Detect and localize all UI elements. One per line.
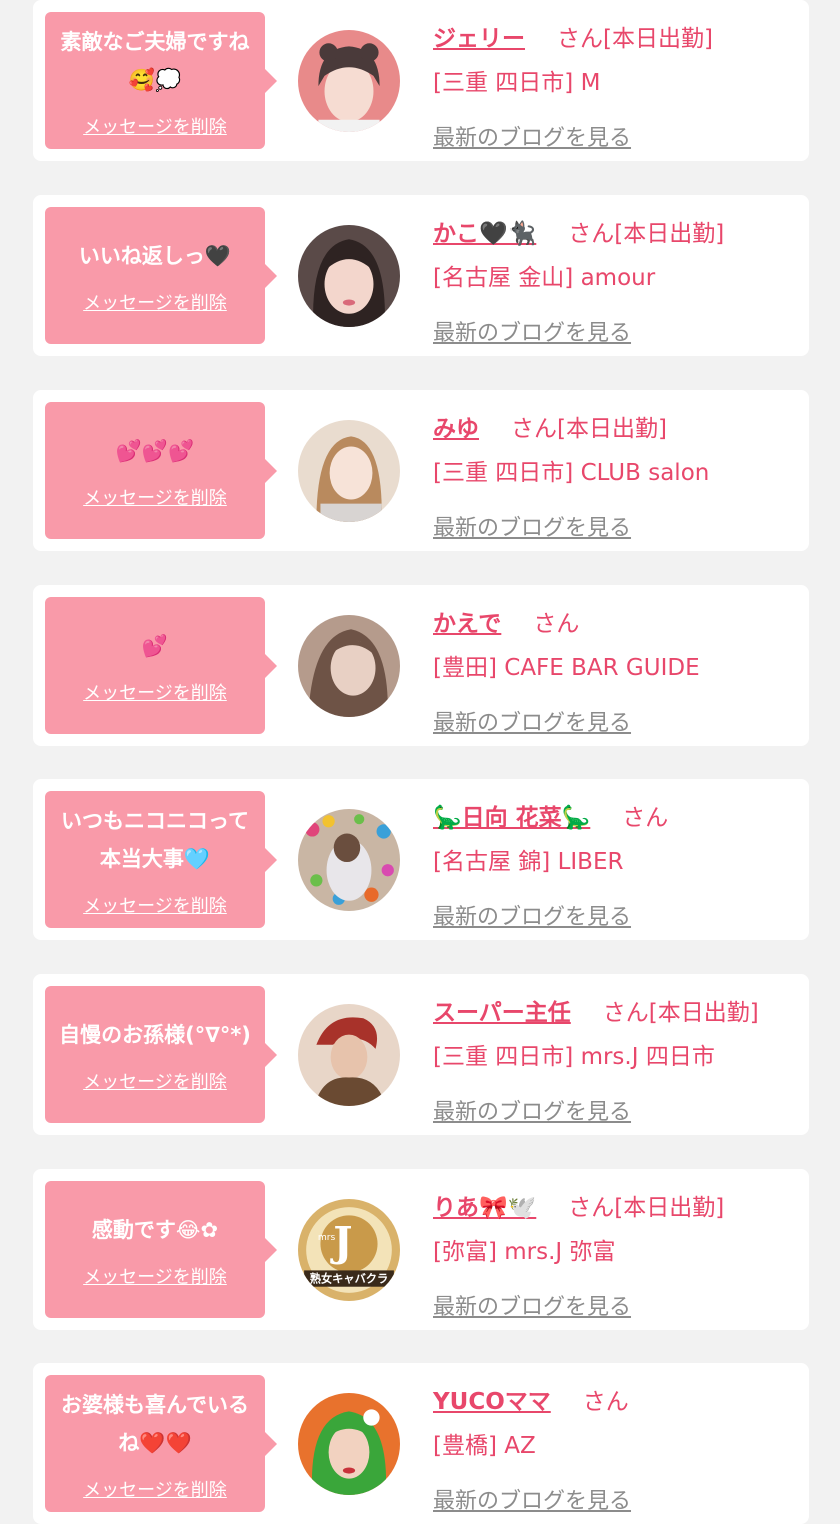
member-name-link[interactable]: スーパー主任 xyxy=(433,1000,571,1026)
delete-message-link[interactable]: メッセージを削除 xyxy=(83,679,227,705)
member-suffix: さん[本日出勤] xyxy=(568,221,725,247)
shop-label: [豊田] CAFE BAR GUIDE xyxy=(433,655,700,681)
shop-label: [三重 四日市] mrs.J 四日市 xyxy=(433,1044,715,1070)
member-info: YUCOママ さん [豊橋] AZ 最新のブログを見る xyxy=(433,1385,799,1515)
latest-blog-link[interactable]: 最新のブログを見る xyxy=(433,510,631,542)
message-card: 感動です😂✿ メッセージを削除 J mrs 熟女キャバクラ りあ🎀🕊️ さん[本日… xyxy=(33,1169,809,1330)
avatar[interactable] xyxy=(298,615,400,717)
member-suffix: さん[本日出勤] xyxy=(511,416,667,442)
delete-message-link[interactable]: メッセージを削除 xyxy=(83,289,227,315)
member-name-link[interactable]: かこ🖤🐈‍⬛ xyxy=(433,221,536,247)
message-text: いつもニコニコって本当大事🩵 xyxy=(61,808,249,871)
message-text: いいね返しっ🖤 xyxy=(78,243,232,268)
message-text: 感動です😂✿ xyxy=(91,1217,219,1242)
message-card: 💕 メッセージを削除 かえで さん [豊田] CAFE BAR GUIDE 最新の… xyxy=(33,585,809,746)
member-info: スーパー主任 さん[本日出勤] [三重 四日市] mrs.J 四日市 最新のブログ… xyxy=(433,996,799,1126)
member-name-link[interactable]: みゆ xyxy=(433,416,479,442)
delete-message-link[interactable]: メッセージを削除 xyxy=(83,113,227,139)
member-name-link[interactable]: YUCOママ xyxy=(433,1389,551,1415)
shop-label: [名古屋 錦] LIBER xyxy=(433,849,624,875)
member-info: 🦕日向 花菜🦕 さん [名古屋 錦] LIBER 最新のブログを見る xyxy=(433,801,799,931)
latest-blog-link[interactable]: 最新のブログを見る xyxy=(433,1094,631,1126)
shop-label: [三重 四日市] M xyxy=(433,70,601,96)
message-bubble: お婆様も喜んでいるね❤️❤️ メッセージを削除 xyxy=(45,1375,277,1512)
latest-blog-link[interactable]: 最新のブログを見る xyxy=(433,1483,631,1515)
member-suffix: さん xyxy=(582,1389,629,1415)
avatar[interactable] xyxy=(298,30,400,132)
member-info: みゆ さん[本日出勤] [三重 四日市] CLUB salon 最新のブログを見る xyxy=(433,412,799,542)
message-bubble: 💕 メッセージを削除 xyxy=(45,597,277,734)
shop-label: [弥富] mrs.J 弥富 xyxy=(433,1239,616,1265)
latest-blog-link[interactable]: 最新のブログを見る xyxy=(433,1289,631,1321)
member-suffix: さん[本日出勤] xyxy=(557,26,713,52)
avatar[interactable] xyxy=(298,1004,400,1106)
latest-blog-link[interactable]: 最新のブログを見る xyxy=(433,899,631,931)
avatar-photo: J mrs 熟女キャバクラ xyxy=(298,1199,400,1301)
delete-message-link[interactable]: メッセージを削除 xyxy=(83,1263,227,1289)
delete-message-link[interactable]: メッセージを削除 xyxy=(83,484,227,510)
avatar[interactable] xyxy=(298,420,400,522)
member-name-link[interactable]: りあ🎀🕊️ xyxy=(433,1195,536,1221)
message-card: いつもニコニコって本当大事🩵 メッセージを削除 🦕日向 花菜🦕 さん [名古屋 … xyxy=(33,779,809,940)
message-card: 自慢のお孫様(°∇°*) メッセージを削除 スーパー主任 さん[本日出勤] [三重… xyxy=(33,974,809,1135)
message-text: 自慢のお孫様(°∇°*) xyxy=(59,1022,251,1047)
member-info: かえで さん [豊田] CAFE BAR GUIDE 最新のブログを見る xyxy=(433,607,799,737)
avatar-photo xyxy=(298,1393,400,1495)
avatar[interactable] xyxy=(298,1393,400,1495)
avatar-photo xyxy=(298,30,400,132)
message-text: お婆様も喜んでいるね❤️❤️ xyxy=(61,1392,249,1455)
member-suffix: さん xyxy=(622,805,669,831)
latest-blog-link[interactable]: 最新のブログを見る xyxy=(433,120,631,152)
message-card: 💕💕💕 メッセージを削除 みゆ さん[本日出勤] [三重 四日市] CLUB sa… xyxy=(33,390,809,551)
message-bubble: いいね返しっ🖤 メッセージを削除 xyxy=(45,207,277,344)
member-info: りあ🎀🕊️ さん[本日出勤] [弥富] mrs.J 弥富 最新のブログを見る xyxy=(433,1191,799,1321)
message-text: 💕 xyxy=(141,633,169,658)
shop-label: [豊橋] AZ xyxy=(433,1433,536,1459)
member-info: かこ🖤🐈‍⬛ さん[本日出勤] [名古屋 金山] amour 最新のブログを見る xyxy=(433,217,799,347)
message-text: 💕💕💕 xyxy=(115,438,195,463)
avatar-photo xyxy=(298,809,400,911)
logo-subtext: 熟女キャバクラ xyxy=(310,1272,388,1286)
message-bubble: 自慢のお孫様(°∇°*) メッセージを削除 xyxy=(45,986,277,1123)
message-bubble: 💕💕💕 メッセージを削除 xyxy=(45,402,277,539)
logo-text: mrs xyxy=(318,1232,336,1243)
avatar-photo xyxy=(298,1004,400,1106)
message-bubble: 感動です😂✿ メッセージを削除 xyxy=(45,1181,277,1318)
avatar-photo xyxy=(298,615,400,717)
message-card: 素敵なご夫婦ですね🥰💭 メッセージを削除 ジェリー さん[本日出勤] [三重 四日… xyxy=(33,0,809,161)
shop-label: [三重 四日市] CLUB salon xyxy=(433,460,710,486)
avatar[interactable] xyxy=(298,809,400,911)
member-name-link[interactable]: ジェリー xyxy=(433,26,525,52)
message-bubble: いつもニコニコって本当大事🩵 メッセージを削除 xyxy=(45,791,277,928)
latest-blog-link[interactable]: 最新のブログを見る xyxy=(433,705,631,737)
shop-label: [名古屋 金山] amour xyxy=(433,265,656,291)
delete-message-link[interactable]: メッセージを削除 xyxy=(83,892,227,918)
avatar-photo xyxy=(298,420,400,522)
avatar[interactable]: J mrs 熟女キャバクラ xyxy=(298,1199,400,1301)
member-suffix: さん[本日出勤] xyxy=(602,1000,759,1026)
message-card: お婆様も喜んでいるね❤️❤️ メッセージを削除 YUCOママ さん [豊橋] AZ… xyxy=(33,1363,809,1524)
member-info: ジェリー さん[本日出勤] [三重 四日市] M 最新のブログを見る xyxy=(433,22,799,152)
delete-message-link[interactable]: メッセージを削除 xyxy=(83,1068,227,1094)
message-bubble: 素敵なご夫婦ですね🥰💭 メッセージを削除 xyxy=(45,12,277,149)
delete-message-link[interactable]: メッセージを削除 xyxy=(83,1476,227,1502)
member-suffix: さん[本日出勤] xyxy=(568,1195,725,1221)
avatar-photo xyxy=(298,225,400,327)
latest-blog-link[interactable]: 最新のブログを見る xyxy=(433,315,631,347)
member-suffix: さん xyxy=(533,611,580,637)
message-text: 素敵なご夫婦ですね🥰💭 xyxy=(60,29,250,92)
avatar[interactable] xyxy=(298,225,400,327)
message-card: いいね返しっ🖤 メッセージを削除 かこ🖤🐈‍⬛ さん[本日出勤] [名古屋 金山]… xyxy=(33,195,809,356)
member-name-link[interactable]: 🦕日向 花菜🦕 xyxy=(433,805,590,831)
member-name-link[interactable]: かえで xyxy=(433,611,501,637)
